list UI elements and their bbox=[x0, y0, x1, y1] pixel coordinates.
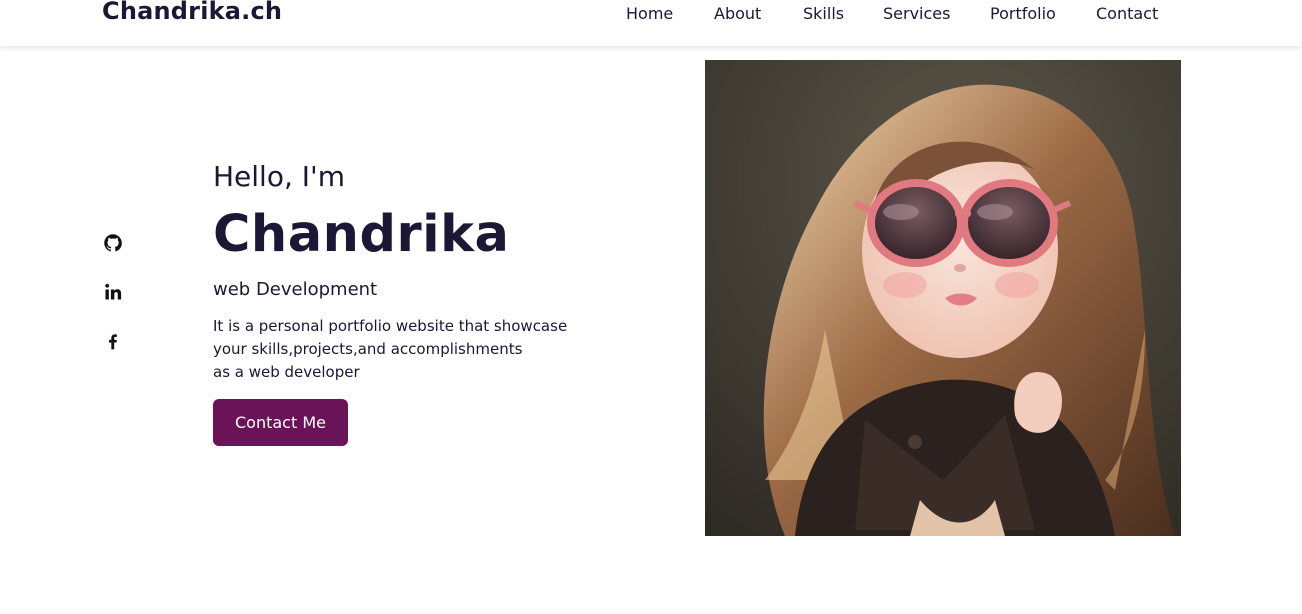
facebook-icon[interactable] bbox=[103, 331, 123, 351]
nav-link-portfolio[interactable]: Portfolio bbox=[990, 4, 1056, 23]
hero-greeting: Hello, I'm bbox=[213, 160, 346, 193]
profile-image bbox=[705, 60, 1181, 536]
site-header: Chandrika.ch Home About Skills Services … bbox=[0, 0, 1302, 46]
hero-name: Chandrika bbox=[213, 205, 510, 264]
hero-description: It is a personal portfolio website that … bbox=[213, 315, 567, 384]
hero-description-line: It is a personal portfolio website that … bbox=[213, 317, 568, 335]
site-logo[interactable]: Chandrika.ch bbox=[102, 0, 282, 25]
hero-description-line: as a web developer bbox=[213, 363, 360, 381]
hero-description-line: your skills,projects,and accomplishments bbox=[213, 340, 523, 358]
nav-link-services[interactable]: Services bbox=[883, 4, 950, 23]
hero-role: web Development bbox=[213, 279, 378, 300]
nav-link-about[interactable]: About bbox=[714, 4, 761, 23]
nav-link-contact[interactable]: Contact bbox=[1096, 4, 1158, 23]
contact-me-button[interactable]: Contact Me bbox=[213, 399, 348, 446]
nav-link-home[interactable]: Home bbox=[626, 4, 673, 23]
github-icon[interactable] bbox=[103, 233, 123, 253]
nav-link-skills[interactable]: Skills bbox=[803, 4, 844, 23]
linkedin-icon[interactable] bbox=[103, 282, 123, 302]
